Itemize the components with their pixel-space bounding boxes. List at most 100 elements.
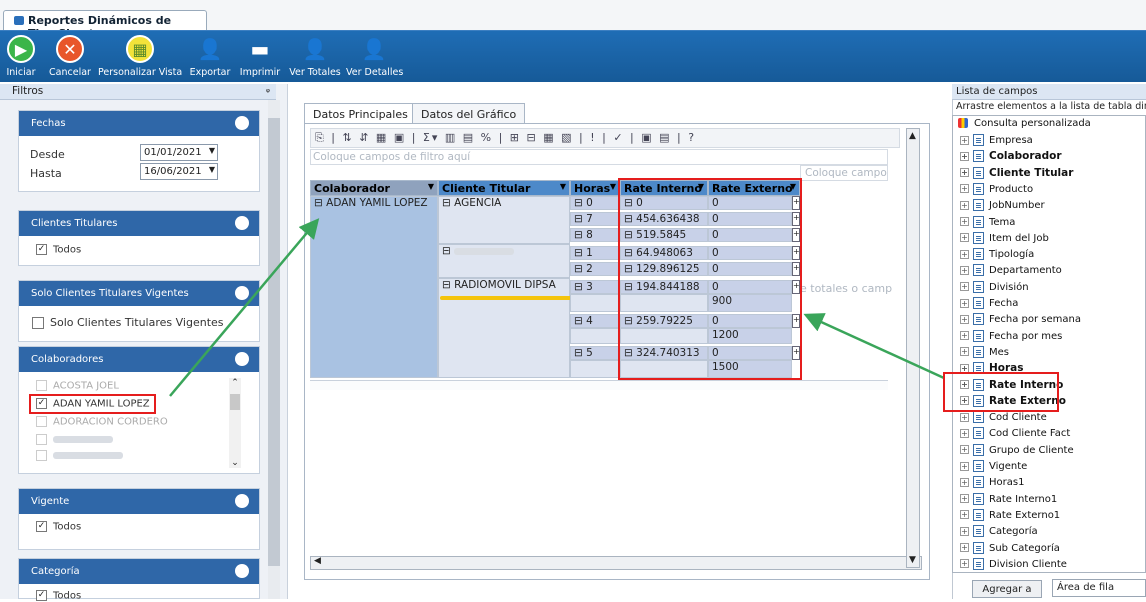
horas-cell[interactable]: ⊟ 8 <box>570 228 620 242</box>
expand-plus-icon[interactable]: + <box>960 363 969 373</box>
expand-plus-icon[interactable]: + <box>960 347 969 357</box>
rate-externo-cell[interactable]: 0 <box>708 196 792 210</box>
expand-plus-icon[interactable]: + <box>792 346 800 360</box>
expand-plus-icon[interactable]: + <box>960 412 969 422</box>
field-item[interactable]: + Tema <box>960 215 1015 232</box>
horas-cell[interactable]: ⊟ 0 <box>570 196 620 210</box>
rate-externo-cell[interactable]: 0 <box>708 346 792 360</box>
checkbox-empty-icon[interactable] <box>36 434 47 445</box>
expand-plus-icon[interactable]: + <box>960 559 969 569</box>
field-item[interactable]: + Categoría <box>960 525 1038 541</box>
scroll-thumb[interactable] <box>230 394 240 410</box>
header-horas[interactable]: Horas ▼ <box>570 180 620 196</box>
field-item[interactable]: + Departamento <box>960 264 1062 280</box>
rate-externo-cell[interactable]: 0 <box>708 212 792 226</box>
collapse-icon[interactable] <box>235 286 249 300</box>
field-item[interactable]: + Colaborador <box>960 150 1062 166</box>
expand-plus-icon[interactable]: + <box>792 212 800 226</box>
field-item[interactable]: + Horas <box>960 362 1024 378</box>
rate-interno-cell[interactable]: ⊟ 454.636438 <box>620 212 708 226</box>
iniciar-button[interactable]: ▶ Iniciar <box>4 35 38 81</box>
collapse-icon[interactable] <box>235 116 249 130</box>
field-item[interactable]: + Grupo de Cliente <box>960 443 1074 460</box>
horas-cell[interactable]: ⊟ 3 <box>570 280 620 294</box>
vigentes-header[interactable]: Solo Clientes Titulares Vigentes <box>19 281 259 306</box>
colaboradores-header[interactable]: Colaboradores <box>19 347 259 372</box>
agregar-button[interactable]: Agregar a <box>972 580 1042 598</box>
colaboradores-scrollbar[interactable]: ⌃ ⌄ <box>229 378 241 468</box>
tab-datos-grafico[interactable]: Datos del Gráfico <box>412 103 526 123</box>
rate-interno-cell[interactable]: ⊟ 194.844188 <box>620 280 708 294</box>
collapse-icon[interactable] <box>235 352 249 366</box>
rate-externo-total-cell[interactable]: 1500 <box>708 360 792 378</box>
rate-externo-cell[interactable]: 0 <box>708 314 792 328</box>
sort-arrow-icon[interactable]: ▼ <box>560 182 566 191</box>
column-drop-zone[interactable]: Coloque campos <box>800 165 888 181</box>
field-item[interactable]: + Rate Interno <box>960 378 1063 395</box>
expand-plus-icon[interactable]: + <box>960 526 969 536</box>
rate-interno-cell[interactable]: ⊟ 0 <box>620 196 708 210</box>
clientes-titulares-header[interactable]: Clientes Titulares <box>19 211 259 236</box>
field-item[interactable]: + Rate Interno1 <box>960 492 1057 509</box>
expand-plus-icon[interactable]: + <box>960 233 969 243</box>
horas-cell[interactable]: ⊟ 2 <box>570 262 620 276</box>
dropdown-arrow-icon[interactable]: ▼ <box>209 165 215 174</box>
horas-cell[interactable]: ⊟ 1 <box>570 246 620 260</box>
document-tab[interactable]: Reportes Dinámicos de TimeSheet <box>3 10 207 40</box>
ver-totales-button[interactable]: 👤 Ver Totales <box>288 35 342 81</box>
expand-plus-icon[interactable]: + <box>960 249 969 259</box>
cancelar-button[interactable]: ✕ Cancelar <box>48 35 92 81</box>
rate-externo-cell[interactable]: 0 <box>708 228 792 242</box>
horas-cell[interactable]: ⊟ 7 <box>570 212 620 226</box>
expand-plus-icon[interactable]: + <box>960 543 969 552</box>
expand-plus-icon[interactable]: + <box>960 380 969 389</box>
field-item[interactable]: + Rate Externo <box>960 394 1066 411</box>
scroll-up-icon[interactable]: ⌃ <box>229 378 241 388</box>
header-rate-externo[interactable]: Rate Externo ▼ <box>708 180 800 196</box>
colaborador-item-blurred[interactable] <box>36 434 113 446</box>
pivot-vertical-scrollbar[interactable]: ▲ ▼ <box>906 128 920 568</box>
tab-datos-principales[interactable]: Datos Principales <box>304 103 417 123</box>
field-item[interactable]: + Vigente <box>960 460 1027 476</box>
rate-externo-cell[interactable]: 0 <box>708 280 792 294</box>
expand-plus-icon[interactable]: + <box>960 168 969 178</box>
area-select[interactable]: Área de fila <box>1052 579 1146 597</box>
horas-cell[interactable]: ⊟ 4 <box>570 314 620 328</box>
scroll-down-icon[interactable]: ⌄ <box>229 458 241 468</box>
vigente-header[interactable]: Vigente <box>19 489 259 514</box>
field-item[interactable]: + Rate Externo1 <box>960 508 1060 525</box>
field-item[interactable]: + Fecha por semana <box>960 313 1081 329</box>
expand-plus-icon[interactable]: + <box>960 461 969 471</box>
colaborador-item-selected[interactable]: ✓ ADAN YAMIL LOPEZ <box>36 398 150 410</box>
checkbox-checked-icon[interactable]: ✓ <box>36 398 47 409</box>
imprimir-button[interactable]: ▬ Imprimir <box>238 35 282 81</box>
field-item[interactable]: + Fecha por mes <box>960 329 1062 346</box>
rate-interno-cell[interactable]: ⊟ 129.896125 <box>620 262 708 276</box>
scroll-left-icon[interactable]: ◀ <box>314 556 321 566</box>
expand-plus-icon[interactable]: + <box>792 196 800 210</box>
expand-plus-icon[interactable]: + <box>792 228 800 242</box>
checkbox-empty-icon[interactable] <box>32 317 44 329</box>
field-item[interactable]: + Cod Cliente Fact <box>960 427 1070 443</box>
cliente-cell[interactable]: ⊟ AGENCIA <box>438 196 570 244</box>
field-item[interactable]: + Mes <box>960 345 1009 362</box>
dropdown-arrow-icon[interactable]: ▼ <box>209 146 215 155</box>
checkbox-checked-icon[interactable]: ✓ <box>36 521 47 532</box>
scroll-up-icon[interactable]: ▲ <box>909 131 916 141</box>
field-item[interactable]: + Division Cliente <box>960 557 1067 574</box>
expand-plus-icon[interactable]: + <box>960 151 969 161</box>
colaborador-item-blurred[interactable] <box>36 450 123 462</box>
field-item[interactable]: + JobNumber <box>960 199 1045 215</box>
sort-arrow-icon[interactable]: ▼ <box>790 182 796 191</box>
header-colaborador[interactable]: Colaborador ▼ <box>310 180 438 196</box>
field-item[interactable]: + Item del Job <box>960 231 1049 248</box>
horas-cell[interactable]: ⊟ 5 <box>570 346 620 360</box>
expand-plus-icon[interactable]: + <box>960 282 969 292</box>
expand-plus-icon[interactable]: + <box>960 184 969 194</box>
rate-externo-cell[interactable]: 0 <box>708 262 792 276</box>
expand-plus-icon[interactable]: + <box>960 494 969 504</box>
expand-plus-icon[interactable]: + <box>960 265 969 275</box>
header-cliente-titular[interactable]: Cliente Titular ▼ <box>438 180 570 196</box>
expand-plus-icon[interactable]: + <box>792 262 800 276</box>
rate-externo-total-cell[interactable]: 900 <box>708 294 792 312</box>
